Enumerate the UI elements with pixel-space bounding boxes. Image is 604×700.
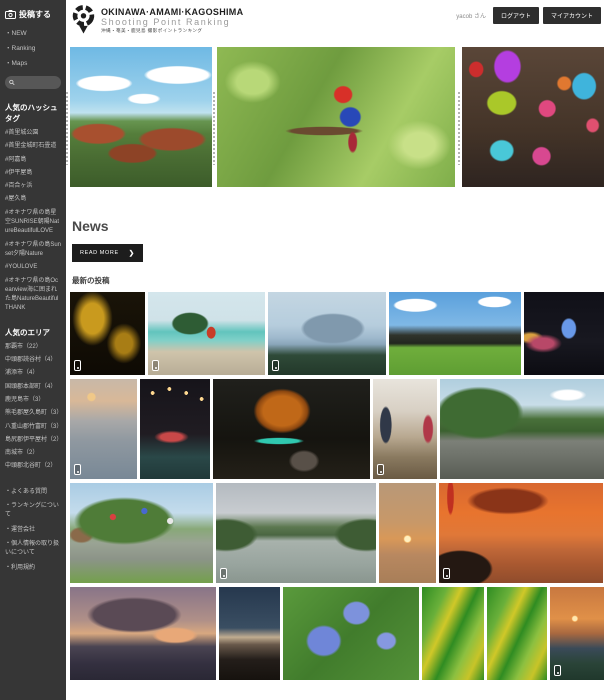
area-link[interactable]: 南城市（2） xyxy=(5,449,61,458)
search-icon xyxy=(9,79,15,86)
gallery-row xyxy=(70,292,604,375)
hero-photo-colorful-bird-on-branch[interactable] xyxy=(217,47,455,187)
post-button[interactable]: 投稿する xyxy=(5,9,61,20)
hashtag-link[interactable]: #YOULOVE xyxy=(5,263,61,272)
area-heading: 人気のエリア xyxy=(5,327,61,338)
photo-tile-croton-leaves-2[interactable] xyxy=(487,587,547,680)
photo-tile-koinobori-park[interactable] xyxy=(70,483,213,583)
area-link[interactable]: 島尻郡伊平屋村（2） xyxy=(5,436,61,445)
photo-tile-croton-leaves-1[interactable] xyxy=(422,587,484,680)
read-more-label: READ MORE xyxy=(80,250,119,256)
header-user-area: yacob さん ログアウト マイアカウント xyxy=(456,4,601,24)
hashtag-link[interactable]: #伊平屋島 xyxy=(5,169,61,178)
sidebar-footer-link[interactable]: ・個人情報の取り扱いについて xyxy=(5,540,61,559)
photo-tile-sakurajima-volcano-view[interactable] xyxy=(268,292,386,375)
my-account-button[interactable]: マイアカウント xyxy=(543,7,601,24)
photo-tile-sunset-sun-over-sea[interactable] xyxy=(379,483,436,583)
photo-credit-vertical-text xyxy=(458,92,460,165)
gallery-row xyxy=(70,587,604,680)
smartphone-icon xyxy=(152,360,159,371)
sidebar-footer-link[interactable]: ・よくある質問 xyxy=(5,488,61,497)
smartphone-icon xyxy=(272,360,279,371)
area-link[interactable]: 中頭郡読谷村（4） xyxy=(5,356,61,365)
logo-subtitle: Shooting Point Ranking xyxy=(101,17,243,27)
camera-icon xyxy=(5,10,16,19)
area-list: 那覇市（22） 中頭郡読谷村（4） 浦添市（4） 国頭郡本部町（4） 鹿児島市（3） 熊毛… xyxy=(5,343,61,472)
photo-credit-vertical-text xyxy=(213,92,215,165)
user-name: yacob さん xyxy=(456,11,486,20)
hero-photo-red-roof-village[interactable] xyxy=(70,47,212,187)
area-link[interactable]: 鹿児島市（3） xyxy=(5,396,61,405)
smartphone-icon xyxy=(554,665,561,676)
photo-tile-mangrove-boardwalk[interactable] xyxy=(440,379,604,479)
sidebar-footer-link[interactable]: ・ランキングについて xyxy=(5,502,61,521)
photo-tile-dramatic-dusk-clouds[interactable] xyxy=(70,587,216,680)
logout-button[interactable]: ログアウト xyxy=(493,7,539,24)
hero-carousel xyxy=(70,47,604,187)
logo-title: OKINAWA·AMAMI·KAGOSHIMA xyxy=(101,7,243,17)
latest-posts-heading: 最新の投稿 xyxy=(72,275,604,286)
photo-gallery xyxy=(70,292,604,680)
logo-text: OKINAWA·AMAMI·KAGOSHIMA Shooting Point R… xyxy=(101,7,243,34)
sidebar-footer-link[interactable]: ・利用規約 xyxy=(5,564,61,573)
smartphone-icon xyxy=(443,568,450,579)
hashtag-link[interactable]: #オキナワ県の島Sunset夕陽Nature xyxy=(5,241,61,260)
read-more-button[interactable]: READ MORE ❯ xyxy=(72,244,143,262)
sidebar-nav-maps[interactable]: ・Maps xyxy=(5,57,61,67)
area-link[interactable]: 那覇市（22） xyxy=(5,343,61,352)
hashtag-link[interactable]: #首里金城町石畳道 xyxy=(5,142,61,151)
sidebar-nav-new[interactable]: ・NEW xyxy=(5,27,61,37)
photo-tile-night-market-camera[interactable] xyxy=(524,292,604,375)
area-link[interactable]: 熊毛郡屋久島町（3） xyxy=(5,409,61,418)
shutter-pin-logo-icon xyxy=(70,4,97,36)
area-link[interactable]: 浦添市（4） xyxy=(5,369,61,378)
area-link[interactable]: 中頭郡北谷町（2） xyxy=(5,462,61,471)
photo-tile-blue-hydrangea[interactable] xyxy=(283,587,419,680)
photo-tile-night-illuminated-trees[interactable] xyxy=(70,292,145,375)
news-heading: News xyxy=(72,218,604,234)
hashtag-link[interactable]: #首里城公園 xyxy=(5,129,61,138)
photo-tile-calm-river-overcast[interactable] xyxy=(216,483,376,583)
photo-tile-twilight-beach[interactable] xyxy=(219,587,280,680)
search-box[interactable] xyxy=(5,76,61,89)
sidebar: 投稿する ・NEW・Ranking・Maps 人気のハッシュタグ #首里城公園#… xyxy=(0,0,66,700)
photo-credit-vertical-text xyxy=(66,92,68,165)
sidebar-footer-link[interactable]: ・運営会社 xyxy=(5,526,61,535)
area-link[interactable]: 八重山郡竹富町（3） xyxy=(5,423,61,432)
sidebar-footer-links: ・よくある質問・ランキングについて・運営会社・個人情報の取り扱いについて・利用規… xyxy=(5,488,61,573)
logo-tagline: 沖縄・奄美・鹿児島 撮影ポイントランキング xyxy=(101,28,243,34)
photo-tile-sunset-beach-narrow[interactable] xyxy=(550,587,604,680)
hashtag-link[interactable]: #屋久島 xyxy=(5,195,61,204)
photo-tile-art-tunnel-corridor[interactable] xyxy=(373,379,437,479)
sidebar-nav: ・NEW ・Ranking ・Maps xyxy=(5,27,61,67)
gallery-row xyxy=(70,379,604,479)
gallery-row xyxy=(70,483,604,583)
post-button-label: 投稿する xyxy=(19,9,51,20)
smartphone-icon xyxy=(377,464,384,475)
photo-tile-orange-sunset-breakwater[interactable] xyxy=(439,483,603,583)
smartphone-icon xyxy=(74,360,81,371)
hashtag-link[interactable]: #百合ヶ浜 xyxy=(5,182,61,191)
hashtag-link[interactable]: #阿嘉島 xyxy=(5,156,61,165)
site-logo[interactable]: OKINAWA·AMAMI·KAGOSHIMA Shooting Point R… xyxy=(70,4,243,36)
sidebar-nav-ranking[interactable]: ・Ranking xyxy=(5,42,61,52)
search-input[interactable] xyxy=(17,80,57,86)
photo-tile-lion-dance-festival[interactable] xyxy=(213,379,370,479)
photo-tile-torii-beach-islet[interactable] xyxy=(148,292,265,375)
hashtag-link[interactable]: #オキナワ県の島Oceanview海に囲まれた島NatureBeautifulT… xyxy=(5,277,61,314)
hashtag-heading: 人気のハッシュタグ xyxy=(5,102,61,124)
hero-photo-colorful-lanterns-room[interactable] xyxy=(462,47,604,187)
smartphone-icon xyxy=(220,568,227,579)
chevron-right-icon: ❯ xyxy=(129,249,135,257)
header: OKINAWA·AMAMI·KAGOSHIMA Shooting Point R… xyxy=(70,4,604,44)
hashtag-link[interactable]: #オキナワ県の島星空SUNRISE朝陽NatureBeautifulLOVE xyxy=(5,209,61,237)
photo-tile-dusk-sea-bird-pole[interactable] xyxy=(70,379,137,479)
smartphone-icon xyxy=(74,464,81,475)
photo-tile-night-festival-lights[interactable] xyxy=(140,379,210,479)
photo-tile-castle-wall-lawn[interactable] xyxy=(389,292,521,375)
area-link[interactable]: 国頭郡本部町（4） xyxy=(5,383,61,392)
hashtag-list: #首里城公園 #首里金城町石畳道 #阿嘉島 #伊平屋島 #百合ヶ浜 #屋久島 #オキナワ県の… xyxy=(5,129,61,314)
main-content: OKINAWA·AMAMI·KAGOSHIMA Shooting Point R… xyxy=(66,0,604,680)
